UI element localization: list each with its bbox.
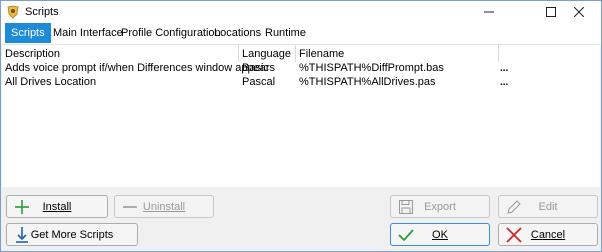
uninstall-button[interactable]: Uninstall [114, 195, 214, 218]
ok-label: OK [432, 229, 448, 241]
column-header-description[interactable]: Description [2, 45, 239, 62]
row-more-button[interactable]: ... [500, 63, 508, 74]
row-language: Pascal [242, 76, 276, 88]
row-more-button[interactable]: ... [500, 77, 508, 88]
close-icon [574, 7, 584, 17]
cancel-button[interactable]: Cancel [498, 223, 598, 246]
close-button[interactable] [557, 1, 601, 23]
scripts-list[interactable]: Description Language Filename Adds voice… [2, 44, 600, 187]
window-title: Scripts [25, 6, 59, 18]
get-more-scripts-button[interactable]: Get More Scripts [6, 223, 138, 246]
uninstall-label: Uninstall [142, 201, 186, 213]
scripts-dialog: Scripts Scripts Main Interface Profile C… [0, 0, 602, 252]
ok-button[interactable]: OK [390, 223, 490, 246]
minimize-icon [484, 11, 494, 13]
export-button[interactable]: Export [390, 195, 490, 218]
minimize-button[interactable] [467, 1, 511, 23]
maximize-icon [546, 7, 556, 17]
column-header-language[interactable]: Language [239, 45, 296, 62]
tab-bar: Scripts Main Interface Profile Configura… [1, 23, 601, 44]
column-header-filename[interactable]: Filename [296, 45, 499, 62]
column-header-extra [499, 45, 519, 62]
cancel-label: Cancel [530, 229, 566, 241]
title-bar: Scripts [1, 1, 601, 23]
edit-button[interactable]: Edit [498, 195, 598, 218]
edit-label: Edit [538, 201, 558, 213]
row-language: Basic [242, 62, 269, 74]
tab-scripts[interactable]: Scripts [5, 23, 51, 43]
export-label: Export [424, 201, 456, 213]
install-label: Install [42, 201, 72, 213]
row-filename: %THISPATH%AllDrives.pas [299, 76, 436, 88]
row-filename: %THISPATH%DiffPrompt.bas [299, 62, 444, 74]
pig-icon [7, 5, 19, 19]
install-button[interactable]: Install [6, 195, 108, 218]
get-more-scripts-label: Get More Scripts [30, 229, 114, 241]
row-description: Adds voice prompt if/when Differences wi… [5, 62, 276, 74]
tab-runtime[interactable]: Runtime [259, 23, 312, 43]
row-description: All Drives Location [5, 76, 97, 88]
